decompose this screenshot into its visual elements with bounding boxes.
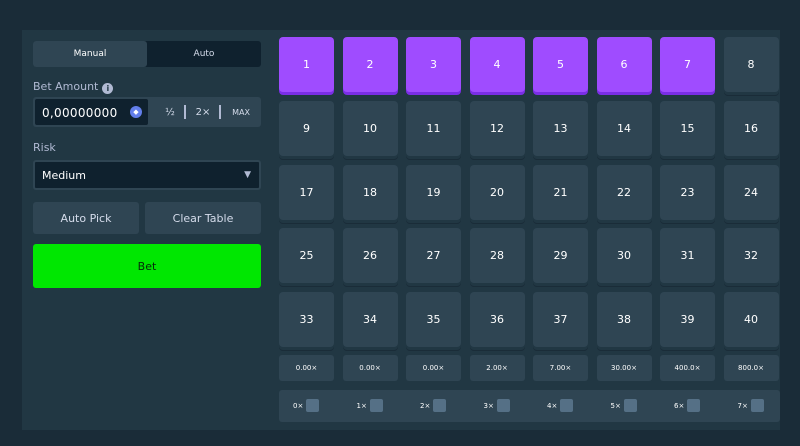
hit-count-label: 0× — [293, 401, 304, 410]
hit-count: 0× — [293, 399, 320, 412]
payout-multiplier: 30.00× — [596, 355, 652, 381]
tile-27[interactable]: 27 — [406, 228, 461, 284]
hit-count: 3× — [484, 399, 510, 412]
gem-icon — [369, 399, 383, 412]
bet-panel: Manual Auto Bet Amount i 0,00000000 ◆ ½ 2… — [22, 30, 272, 430]
hit-count-label: 3× — [483, 401, 494, 410]
tile-9[interactable]: 9 — [279, 100, 334, 156]
bet-amount-input[interactable]: 0,00000000 ◆ — [35, 99, 148, 125]
tile-23[interactable]: 23 — [660, 164, 715, 220]
gem-icon — [496, 399, 510, 412]
hit-count-label: 2× — [420, 401, 431, 410]
tile-15[interactable]: 15 — [660, 100, 715, 156]
tile-3[interactable]: 3 — [406, 37, 461, 92]
tab-auto[interactable]: Auto — [147, 41, 261, 67]
tile-21[interactable]: 21 — [533, 164, 588, 220]
payout-multiplier: 7.00× — [533, 355, 588, 381]
payout-multiplier: 800.0× — [723, 355, 779, 381]
risk-label: Risk — [33, 141, 56, 154]
hit-count-label: 6× — [674, 401, 685, 410]
tile-33[interactable]: 33 — [279, 292, 334, 348]
tile-8[interactable]: 8 — [723, 37, 779, 92]
auto-pick-button[interactable]: Auto Pick — [33, 202, 139, 234]
tile-11[interactable]: 11 — [406, 100, 461, 156]
gem-icon — [750, 399, 764, 412]
tile-26[interactable]: 26 — [342, 228, 398, 284]
hit-count-label: 7× — [737, 401, 748, 410]
tile-36[interactable]: 36 — [469, 292, 525, 348]
payout-multiplier: 400.0× — [660, 355, 715, 381]
tile-29[interactable]: 29 — [533, 228, 588, 284]
hit-count: 6× — [674, 399, 701, 412]
tile-1[interactable]: 1 — [279, 37, 334, 92]
hit-count: 1× — [357, 399, 383, 412]
tile-25[interactable]: 25 — [279, 228, 334, 284]
tile-37[interactable]: 37 — [533, 292, 588, 348]
hit-count-label: 4× — [547, 401, 558, 410]
tile-10[interactable]: 10 — [342, 100, 398, 156]
double-bet-button[interactable]: 2× — [189, 97, 217, 127]
gem-icon — [560, 399, 574, 412]
tile-32[interactable]: 32 — [723, 228, 779, 284]
tile-12[interactable]: 12 — [469, 100, 525, 156]
tile-31[interactable]: 31 — [660, 228, 715, 284]
tile-5[interactable]: 5 — [533, 37, 588, 92]
bet-amount-label: Bet Amount — [33, 80, 99, 93]
payout-multiplier: 0.00× — [342, 355, 398, 381]
tile-4[interactable]: 4 — [469, 37, 525, 92]
bet-amount-label-row: Bet Amount i — [33, 80, 114, 94]
tile-16[interactable]: 16 — [723, 100, 779, 156]
tab-manual[interactable]: Manual — [33, 41, 147, 67]
tile-28[interactable]: 28 — [469, 228, 525, 284]
chevron-down-icon: ▼ — [244, 170, 251, 180]
tile-13[interactable]: 13 — [533, 100, 588, 156]
hit-count: 4× — [547, 399, 574, 412]
tile-6[interactable]: 6 — [596, 37, 652, 92]
tile-39[interactable]: 39 — [660, 292, 715, 348]
divider — [219, 105, 221, 119]
risk-value: Medium — [42, 169, 86, 182]
divider — [184, 105, 186, 119]
tile-38[interactable]: 38 — [596, 292, 652, 348]
keno-game: Manual Auto Bet Amount i 0,00000000 ◆ ½ 2… — [22, 30, 780, 430]
gem-icon — [433, 399, 447, 412]
tile-18[interactable]: 18 — [342, 164, 398, 220]
gem-icon — [687, 399, 701, 412]
hit-count: 5× — [611, 399, 637, 412]
gem-icon — [306, 399, 320, 412]
half-bet-button[interactable]: ½ — [157, 97, 183, 127]
tile-17[interactable]: 17 — [279, 164, 334, 220]
payout-multiplier: 0.00× — [406, 355, 461, 381]
tile-2[interactable]: 2 — [342, 37, 398, 92]
tile-30[interactable]: 30 — [596, 228, 652, 284]
hit-count-label: 5× — [610, 401, 621, 410]
hit-count: 7× — [738, 399, 764, 412]
tile-19[interactable]: 19 — [406, 164, 461, 220]
tile-20[interactable]: 20 — [469, 164, 525, 220]
tile-34[interactable]: 34 — [342, 292, 398, 348]
bet-button[interactable]: Bet — [33, 244, 261, 288]
ethereum-coin-icon: ◆ — [130, 106, 142, 118]
payout-multiplier: 0.00× — [279, 355, 334, 381]
clear-table-button[interactable]: Clear Table — [145, 202, 261, 234]
hits-bar: 0× 1× 2× 3× 4× 5× 6× 7× — [279, 390, 780, 422]
bet-amount-control: 0,00000000 ◆ ½ 2× MAX — [33, 97, 261, 127]
max-bet-button[interactable]: MAX — [225, 97, 257, 127]
hit-count: 2× — [420, 399, 447, 412]
tile-35[interactable]: 35 — [406, 292, 461, 348]
gem-icon — [623, 399, 637, 412]
keno-grid: 1 2 3 4 5 6 7 8 9 10 11 12 13 14 15 16 17 18 19 20 21 22 23 24 2… — [279, 37, 780, 350]
payout-multiplier: 2.00× — [469, 355, 525, 381]
bet-amount-value: 0,00000000 — [42, 106, 118, 120]
tile-22[interactable]: 22 — [596, 164, 652, 220]
mode-switch: Manual Auto — [33, 41, 261, 67]
tile-14[interactable]: 14 — [596, 100, 652, 156]
info-icon[interactable]: i — [102, 83, 114, 94]
tile-40[interactable]: 40 — [723, 292, 779, 348]
risk-select[interactable]: Medium ▼ — [33, 160, 261, 190]
hit-count-label: 1× — [356, 401, 367, 410]
tile-7[interactable]: 7 — [660, 37, 715, 92]
tile-24[interactable]: 24 — [723, 164, 779, 220]
